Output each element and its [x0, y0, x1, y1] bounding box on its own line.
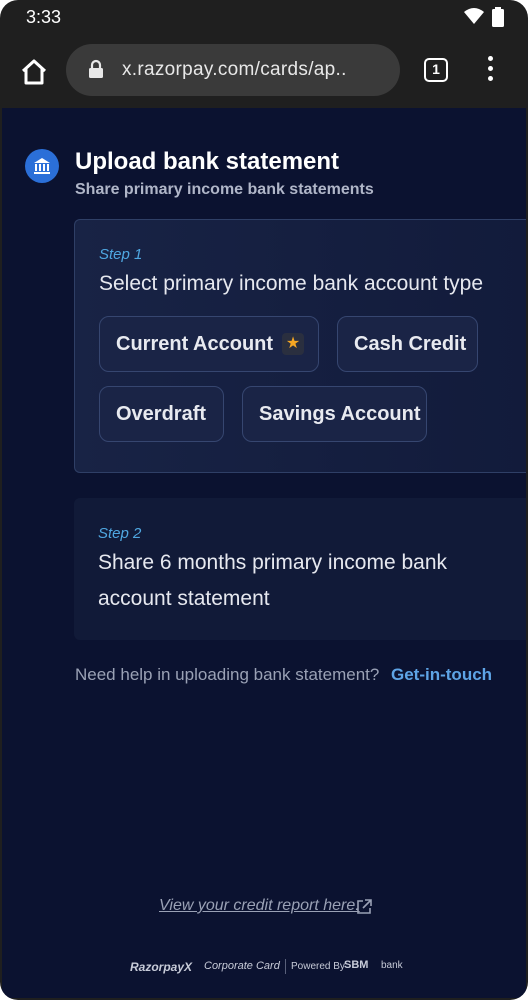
url-text: x.razorpay.com/cards/ap.. — [122, 59, 347, 80]
footer-partner-suffix: bank — [381, 960, 403, 971]
step1-text: Select primary income bank account type — [99, 272, 484, 295]
device-frame: 3:33 x.razorpay.com/cards/ap.. 1 Upload … — [0, 0, 528, 1000]
option-cash-credit[interactable]: Cash Credit — [337, 316, 478, 372]
step1-card: Step 1 Select primary income bank accoun… — [74, 219, 526, 473]
get-in-touch-link[interactable]: Get-in-touch — [391, 665, 492, 685]
address-bar[interactable]: x.razorpay.com/cards/ap.. — [66, 44, 400, 96]
status-bar: 3:33 — [0, 0, 528, 34]
star-icon: ★ — [282, 333, 304, 355]
page-title: Upload bank statement — [75, 148, 340, 175]
footer-brand-logo: RazorpayX — [130, 960, 193, 974]
step2-card: Step 2 Share 6 months primary income ban… — [74, 498, 526, 640]
option-current-account[interactable]: Current Account ★ — [99, 316, 319, 372]
more-vert-icon[interactable] — [484, 56, 496, 86]
footer-partner-logo: SBM — [344, 959, 369, 971]
lock-icon — [88, 59, 104, 84]
battery-icon — [492, 7, 504, 32]
home-icon[interactable] — [18, 56, 50, 88]
help-text: Need help in uploading bank statement? — [75, 665, 380, 684]
external-link-icon[interactable] — [356, 899, 372, 915]
browser-toolbar: x.razorpay.com/cards/ap.. 1 — [0, 34, 528, 108]
step1-label: Step 1 — [99, 246, 143, 263]
page-subtitle: Share primary income bank statements — [75, 181, 374, 198]
credit-report-link[interactable]: View your credit report here. — [159, 897, 360, 915]
bank-icon — [25, 149, 59, 183]
option-overdraft[interactable]: Overdraft — [99, 386, 224, 442]
footer-product: Corporate Card — [204, 960, 280, 972]
page-content: Upload bank statement Share primary inco… — [2, 108, 526, 998]
wifi-icon — [464, 8, 484, 29]
tabs-icon[interactable]: 1 — [424, 58, 448, 82]
step2-text-line1: Share 6 months primary income bank — [98, 551, 447, 574]
option-savings-account[interactable]: Savings Account — [242, 386, 427, 442]
step2-label: Step 2 — [98, 525, 142, 542]
footer-powered-by: Powered By — [291, 961, 345, 972]
step2-text-line2: account statement — [98, 587, 270, 610]
footer-divider — [285, 959, 286, 974]
status-time: 3:33 — [26, 7, 62, 27]
